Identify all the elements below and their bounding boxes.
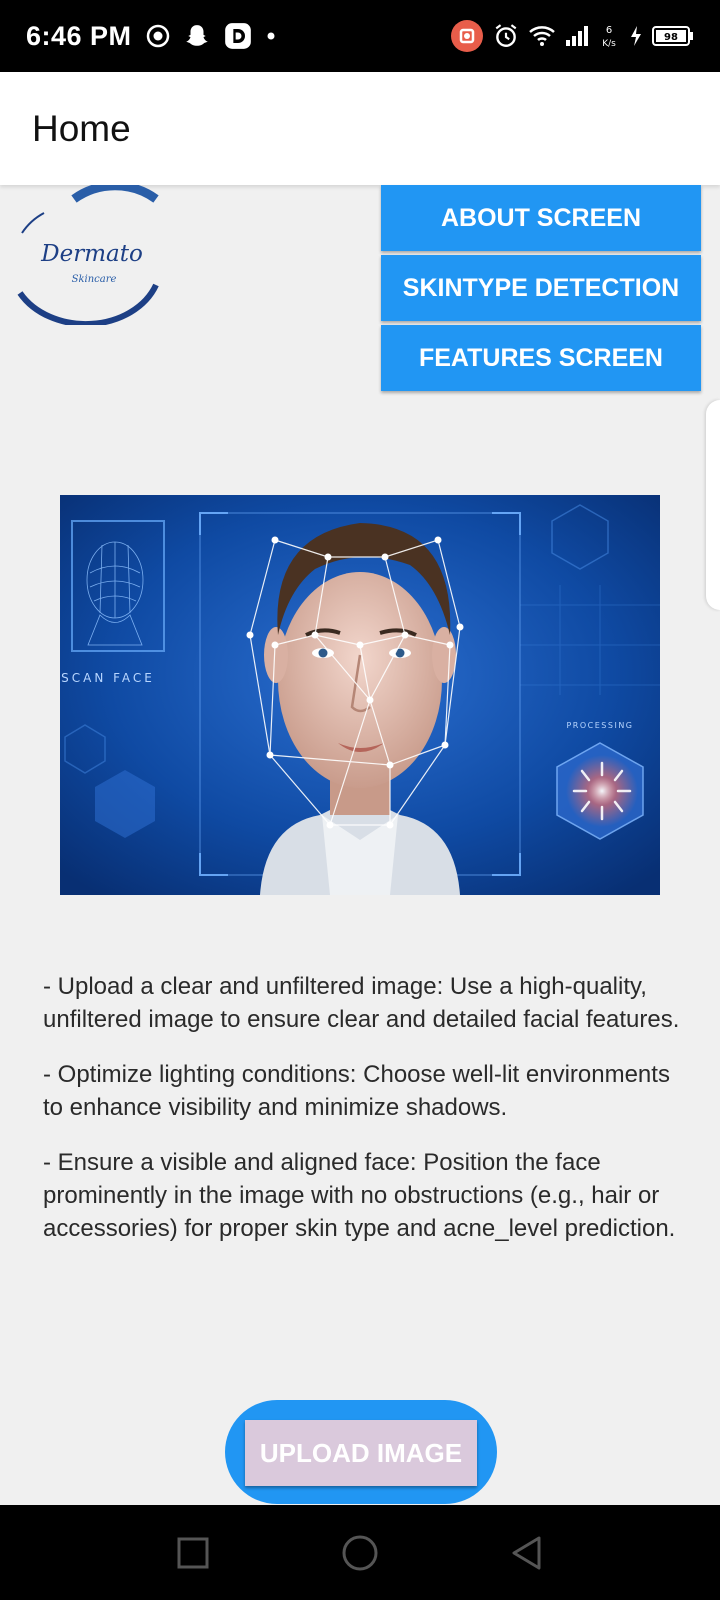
upload-image-button[interactable]: UPLOAD IMAGE bbox=[245, 1420, 477, 1486]
app-bar: Home bbox=[0, 72, 720, 185]
status-bar: 6:46 PM 6 K/s 98 bbox=[0, 0, 720, 72]
upload-tips: - Upload a clear and unfiltered image: U… bbox=[43, 970, 683, 1267]
upload-button-container: UPLOAD IMAGE bbox=[225, 1400, 497, 1504]
status-left-icons bbox=[146, 22, 276, 50]
nav-buttons: ABOUT SCREEN SKINTYPE DETECTION FEATURES… bbox=[381, 185, 701, 395]
back-triangle-icon[interactable] bbox=[510, 1535, 544, 1571]
system-nav-bar bbox=[0, 1505, 720, 1600]
scan-face-label: SCAN FACE bbox=[61, 671, 155, 685]
dot-icon bbox=[267, 32, 275, 40]
wifi-icon bbox=[529, 26, 555, 46]
dermato-logo: Dermato Skincare bbox=[17, 185, 159, 325]
tip-clear-image: - Upload a clear and unfiltered image: U… bbox=[43, 973, 680, 1033]
record-indicator-icon bbox=[451, 20, 483, 52]
screen-record-icon bbox=[146, 24, 169, 48]
status-time: 6:46 PM bbox=[26, 20, 132, 51]
tip-lighting: - Optimize lighting conditions: Choose w… bbox=[43, 1061, 670, 1121]
edge-panel-handle[interactable] bbox=[706, 400, 720, 610]
d-app-icon bbox=[224, 23, 251, 49]
skintype-detection-button[interactable]: SKINTYPE DETECTION bbox=[381, 255, 701, 321]
home-circle-icon[interactable] bbox=[341, 1534, 379, 1572]
data-speed-icon: 6 K/s bbox=[602, 25, 616, 49]
signal-icon bbox=[566, 26, 588, 46]
face-scan-image: SCAN FACE PROCESSING bbox=[60, 495, 660, 895]
svg-text:K/s: K/s bbox=[602, 39, 616, 49]
battery-icon: 98 bbox=[652, 26, 693, 46]
svg-text:6: 6 bbox=[606, 25, 612, 36]
alarm-icon bbox=[495, 24, 517, 47]
about-screen-button[interactable]: ABOUT SCREEN bbox=[381, 185, 701, 251]
page-title: Home bbox=[32, 108, 131, 149]
tip-face-aligned: - Ensure a visible and aligned face: Pos… bbox=[43, 1149, 676, 1242]
charging-icon bbox=[631, 26, 641, 46]
status-right-icons: 6 K/s 98 bbox=[450, 19, 694, 53]
processing-label: PROCESSING bbox=[566, 721, 633, 730]
recents-square-icon[interactable] bbox=[176, 1536, 210, 1570]
snapchat-icon bbox=[185, 25, 208, 46]
battery-level: 98 bbox=[664, 32, 678, 43]
logo-tagline: Skincare bbox=[72, 274, 117, 285]
features-screen-button[interactable]: FEATURES SCREEN bbox=[381, 325, 701, 391]
logo-text: Dermato bbox=[40, 241, 143, 267]
